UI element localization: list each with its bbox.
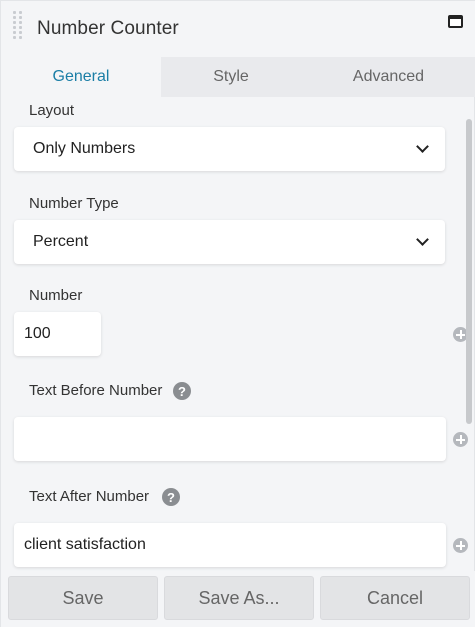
text-before-label: Text Before Number [29,382,163,399]
number-type-select[interactable]: Percent [14,220,445,264]
number-type-select-value: Percent [33,233,89,250]
number-label: Number [29,287,83,304]
layout-select-value: Only Numbers [33,140,136,157]
panel-header[interactable]: Number Counter [1,1,475,57]
number-input[interactable]: 100 [14,312,101,356]
layout-label: Layout [29,102,75,119]
help-icon[interactable]: ? [162,488,180,506]
cancel-button[interactable]: Cancel [320,576,470,620]
tab-style[interactable]: Style [161,57,301,97]
form-content: Layout Only Numbers Number Type Percent … [1,97,475,571]
chevron-down-icon [416,140,429,153]
text-after-input[interactable]: client satisfaction [14,523,446,567]
save-button[interactable]: Save [8,576,158,620]
tab-bar: General Style Advanced [1,57,475,97]
plus-circle-icon[interactable] [453,432,468,447]
number-type-label: Number Type [29,195,119,212]
tab-advanced[interactable]: Advanced [301,57,475,97]
maximize-icon[interactable] [448,15,463,28]
tab-general[interactable]: General [1,57,161,97]
scrollbar[interactable] [466,119,472,424]
drag-handle-icon[interactable] [13,11,23,49]
chevron-down-icon [416,233,429,246]
text-after-label: Text After Number [29,488,150,505]
save-as-button[interactable]: Save As... [164,576,314,620]
layout-select[interactable]: Only Numbers [14,127,445,171]
plus-circle-icon[interactable] [453,538,468,553]
panel-footer: Save Save As... Cancel [1,571,475,627]
settings-panel: Number Counter General Style Advanced La… [0,0,475,627]
text-before-input[interactable] [14,417,446,461]
panel-title: Number Counter [37,18,179,39]
help-icon[interactable]: ? [173,382,191,400]
